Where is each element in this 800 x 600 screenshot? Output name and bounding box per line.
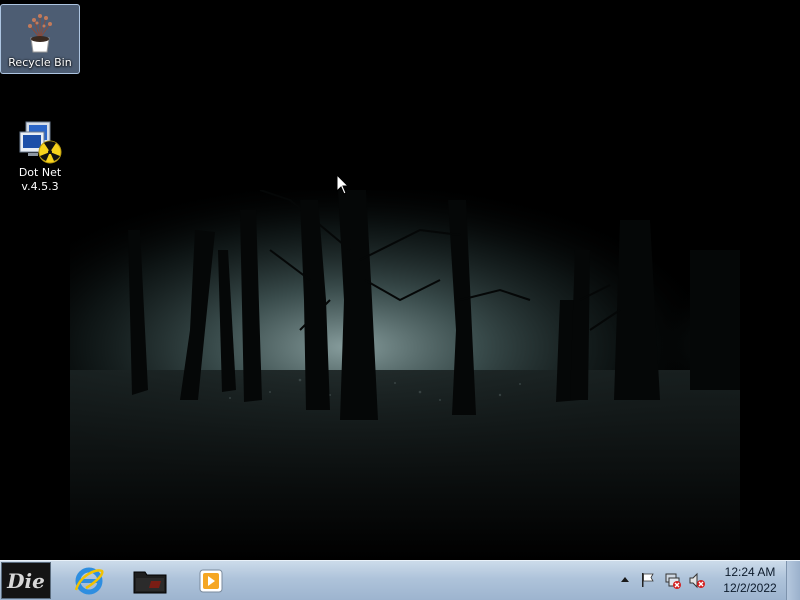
- taskbar-folder-button[interactable]: [121, 563, 179, 598]
- recycle-bin-label: Recycle Bin: [8, 56, 72, 69]
- taskbar-ie-button[interactable]: [60, 563, 118, 598]
- mouse-pointer-icon: [336, 174, 350, 195]
- show-hidden-icons-arrow-icon[interactable]: [620, 575, 630, 583]
- wallpaper-forest: [0, 0, 800, 560]
- clock-time: 12:24 AM: [724, 565, 776, 579]
- start-button-text: Die: [6, 569, 45, 593]
- dotnet-label-line-2: v.4.5.3: [21, 180, 59, 193]
- dotnet-label-line-1: Dot Net: [18, 166, 62, 179]
- recycle-bin-icon: [28, 14, 52, 53]
- recycle-bin-desktop-icon[interactable]: Recycle Bin: [0, 4, 80, 74]
- taskbar-clock[interactable]: 12:24 AM 12/2/2022: [718, 564, 782, 596]
- clock-date: 12/2/2022: [723, 581, 777, 595]
- volume-muted-icon[interactable]: [688, 572, 706, 590]
- ie-icon: [74, 567, 104, 594]
- folder-icon: [133, 571, 167, 593]
- start-orb-icon: Die: [2, 563, 50, 598]
- dotnet-desktop-icon[interactable]: Dot Net v.4.5.3: [0, 118, 80, 194]
- network-disconnected-icon[interactable]: [664, 572, 682, 590]
- action-center-flag-icon[interactable]: [640, 572, 656, 588]
- start-button[interactable]: Die: [1, 562, 51, 599]
- show-desktop-button[interactable]: [786, 561, 800, 600]
- taskbar-media-player-button[interactable]: [182, 563, 240, 598]
- media-player-icon: [199, 569, 223, 592]
- desktop[interactable]: Recycle Bin Dot Net v.4.5.3: [0, 0, 800, 560]
- dotnet-installer-icon: [19, 121, 62, 164]
- taskbar: Die 12:24 AM 12/2/2022: [0, 560, 800, 600]
